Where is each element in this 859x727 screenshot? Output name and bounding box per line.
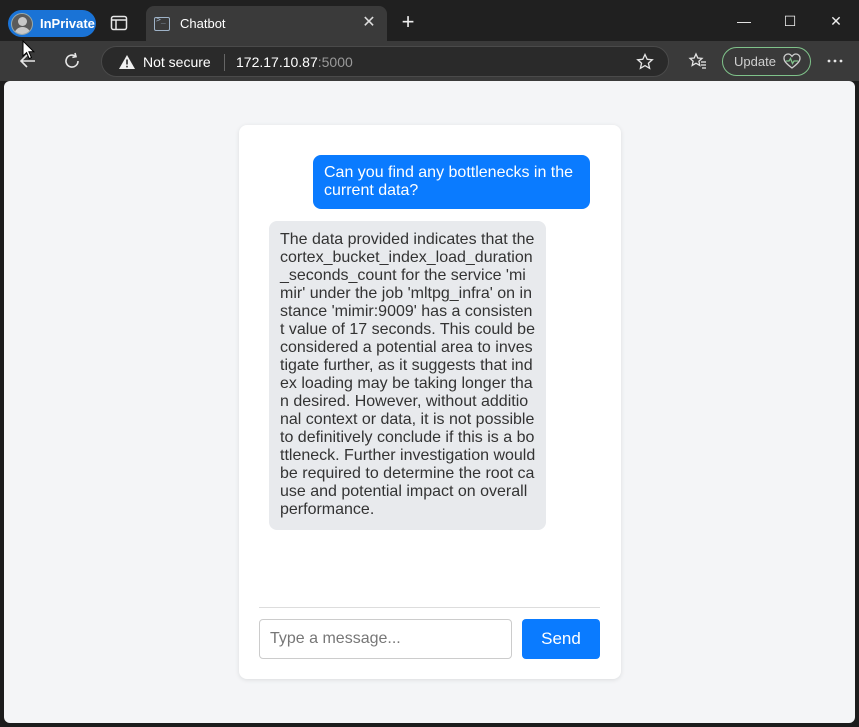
chat-container: Can you find any bottlenecks in the curr… bbox=[239, 125, 621, 679]
update-label: Update bbox=[734, 54, 776, 69]
refresh-icon[interactable] bbox=[62, 51, 82, 71]
inprivate-profile-button[interactable]: InPrivate bbox=[8, 10, 96, 37]
warning-icon[interactable] bbox=[118, 54, 136, 70]
close-tab-icon[interactable]: ✕ bbox=[361, 15, 377, 31]
minimize-icon[interactable]: — bbox=[734, 11, 754, 31]
input-divider bbox=[259, 607, 600, 608]
url-port: :5000 bbox=[317, 54, 353, 70]
star-icon[interactable] bbox=[636, 53, 654, 71]
title-bar: InPrivate Chatbot ✕ + — ☐ ✕ bbox=[0, 0, 859, 41]
terminal-icon bbox=[154, 15, 170, 31]
send-button[interactable]: Send bbox=[522, 619, 600, 659]
tab-chatbot[interactable]: Chatbot ✕ bbox=[146, 6, 387, 41]
tab-title: Chatbot bbox=[180, 16, 226, 31]
new-tab-button[interactable]: + bbox=[398, 11, 418, 33]
page-viewport: Can you find any bottlenecks in the curr… bbox=[4, 81, 855, 723]
more-icon[interactable] bbox=[825, 51, 845, 71]
security-status[interactable]: Not secure bbox=[143, 54, 211, 70]
heartbeat-icon bbox=[783, 53, 801, 69]
avatar-icon bbox=[11, 12, 33, 35]
close-window-icon[interactable]: ✕ bbox=[826, 11, 846, 31]
address-bar[interactable]: Not secure 172.17.10.87:5000 bbox=[101, 46, 669, 77]
address-separator bbox=[224, 54, 225, 71]
user-message: Can you find any bottlenecks in the curr… bbox=[313, 155, 590, 209]
update-button[interactable]: Update bbox=[722, 47, 811, 76]
favorites-icon[interactable] bbox=[688, 51, 708, 71]
maximize-icon[interactable]: ☐ bbox=[780, 11, 800, 31]
inprivate-label: InPrivate bbox=[40, 16, 95, 31]
tab-actions-icon[interactable] bbox=[110, 14, 128, 32]
url-host: 172.17.10.87 bbox=[236, 54, 318, 70]
url-text[interactable]: 172.17.10.87:5000 bbox=[236, 54, 353, 70]
bot-message: The data provided indicates that the cor… bbox=[269, 221, 546, 530]
mouse-cursor-icon bbox=[22, 40, 36, 60]
message-input[interactable] bbox=[259, 619, 512, 659]
